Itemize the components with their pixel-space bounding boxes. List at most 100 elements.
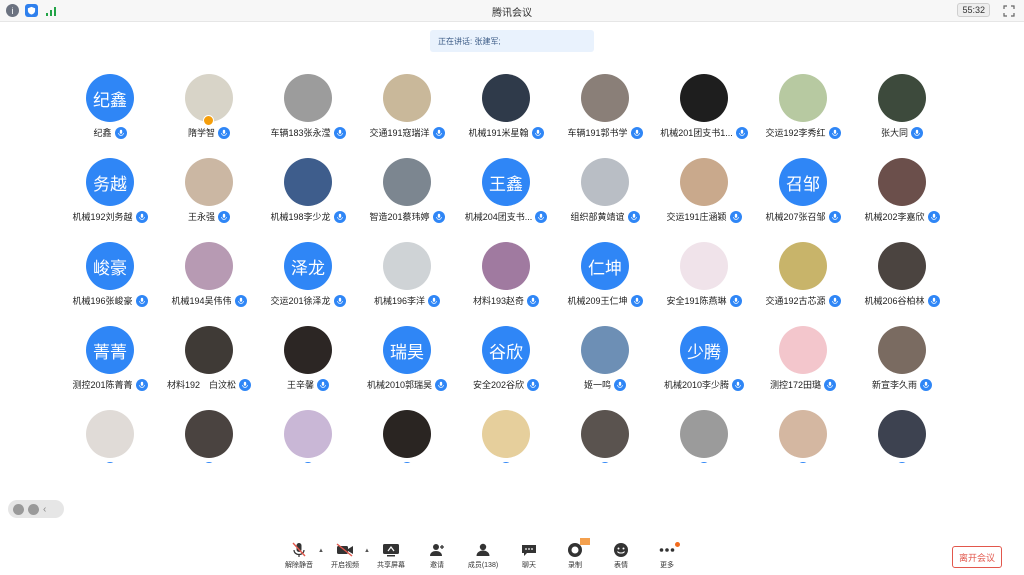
emoji-icon: [612, 542, 630, 558]
participant-tile[interactable]: 纪鑫 纪鑫: [60, 70, 160, 152]
participant-tile[interactable]: 安全191陈燕琳: [654, 238, 754, 320]
participant-name: 机械201团支书1...: [660, 128, 733, 138]
participant-tile[interactable]: 机械206谷柏林: [852, 238, 952, 320]
participant-tile[interactable]: 交运191庄涵颖: [654, 154, 754, 236]
participant-tile[interactable]: 测控172田璐: [753, 322, 853, 404]
invite-icon: [428, 542, 446, 558]
fullscreen-icon[interactable]: [1003, 4, 1016, 17]
participant-tile[interactable]: [654, 406, 754, 463]
participant-tile[interactable]: 交运192李秀红: [753, 70, 853, 152]
toolbar-record-button[interactable]: 录制: [552, 538, 598, 570]
participant-tile[interactable]: 组织部黄靖谊: [555, 154, 655, 236]
mic-status-icon: [698, 462, 710, 463]
participant-tile[interactable]: 机械202李嘉欣: [852, 154, 952, 236]
participant-tile[interactable]: 王鑫 机械204团支书...: [456, 154, 556, 236]
participant-tile[interactable]: 少腾 机械2010李少腾: [654, 322, 754, 404]
participant-tile[interactable]: 张大同: [852, 70, 952, 152]
mic-status-icon: [614, 378, 626, 391]
participant-name: 组织部黄靖谊: [570, 212, 625, 222]
participant-name: 机械191米星翰: [468, 128, 529, 138]
avatar: [185, 158, 233, 206]
participant-name-row: 新宣李久雨: [842, 378, 960, 391]
avatar: [482, 74, 530, 122]
toolbar-members-button[interactable]: 成员(138): [460, 542, 506, 570]
participant-tile[interactable]: 泽龙 交运201徐泽龙: [258, 238, 358, 320]
mic-status-icon: [135, 210, 148, 223]
mic-status-icon: [428, 294, 441, 307]
participant-tile[interactable]: 召邹 机械207张召邹: [753, 154, 853, 236]
participant-tile[interactable]: [60, 406, 160, 463]
emoji-mini-icon[interactable]: [13, 503, 24, 515]
toolbar-label: 聊天: [522, 562, 536, 569]
participant-tile[interactable]: 菁菁 测控201陈菁菁: [60, 322, 160, 404]
participant-tile[interactable]: 机械198李少龙: [258, 154, 358, 236]
participant-tile[interactable]: 机械196李洋: [357, 238, 457, 320]
share-screen-icon: [382, 542, 400, 558]
toolbar-more-button[interactable]: 更多: [644, 542, 690, 570]
participant-tile[interactable]: [456, 406, 556, 463]
toolbar-video-off-button[interactable]: 开启视频 ▲: [322, 542, 370, 570]
participant-tile[interactable]: 仁坤 机械209王仁坤: [555, 238, 655, 320]
participant-tile[interactable]: [258, 406, 358, 463]
avatar: [581, 410, 629, 458]
participant-tile[interactable]: 机械201团支书1...: [654, 70, 754, 152]
participant-tile[interactable]: 瑞昊 机械2010郭瑞昊: [357, 322, 457, 404]
host-badge-icon: [203, 115, 214, 126]
participant-tile[interactable]: 谷欣 安全202谷欣: [456, 322, 556, 404]
participant-tile[interactable]: 王辛馨: [258, 322, 358, 404]
mic-status-icon: [630, 126, 643, 139]
participant-name: 张大同: [880, 128, 908, 138]
participant-name-row: 机械206谷柏林: [842, 294, 960, 307]
participant-tile[interactable]: 车辆191郭书学: [555, 70, 655, 152]
participant-tile[interactable]: 姬一鸣: [555, 322, 655, 404]
participant-tile[interactable]: [159, 406, 259, 463]
mic-status-icon: [927, 210, 940, 223]
participant-tile[interactable]: 材料192 白汶松: [159, 322, 259, 404]
participant-tile[interactable]: 交通192古芯源: [753, 238, 853, 320]
floating-toolbar[interactable]: ‹: [8, 500, 64, 518]
participant-name: 机械206谷柏林: [864, 296, 925, 306]
mic-status-icon: [911, 126, 923, 139]
toolbar-chat-button[interactable]: 聊天: [506, 542, 552, 570]
toolbar-share-screen-button[interactable]: 共享屏幕: [368, 542, 414, 570]
mic-status-icon: [927, 294, 940, 307]
mic-status-icon: [828, 126, 841, 139]
video-off-icon: [336, 542, 354, 558]
participant-tile[interactable]: 新宣李久雨: [852, 322, 952, 404]
participant-tile[interactable]: [357, 406, 457, 463]
participant-tile[interactable]: 务越 机械192刘务越: [60, 154, 160, 236]
toolbar-label: 邀请: [430, 562, 444, 569]
participant-name: 材料193赵奇: [472, 296, 525, 306]
participant-tile[interactable]: 峻豪 机械196张峻豪: [60, 238, 160, 320]
mic-status-icon: [599, 462, 611, 463]
keyboard-mini-icon[interactable]: [28, 503, 39, 515]
avatar: [86, 410, 134, 458]
mic-status-icon: [114, 126, 127, 139]
mic-status-icon: [531, 126, 544, 139]
participant-tile[interactable]: 材料193赵奇: [456, 238, 556, 320]
avatar: [878, 326, 926, 374]
participant-name: 测控172田璐: [769, 380, 822, 390]
participant-name: 材料192 白汶松: [166, 380, 237, 390]
participant-tile[interactable]: [555, 406, 655, 463]
toolbar-emoji-button[interactable]: 表情: [598, 542, 644, 570]
participant-name: 交通191寇瑞洋: [369, 128, 430, 138]
participant-tile[interactable]: 车辆183张永滢: [258, 70, 358, 152]
participant-tile[interactable]: 交通191寇瑞洋: [357, 70, 457, 152]
participant-tile[interactable]: 智造201蔡玮婷: [357, 154, 457, 236]
participant-tile[interactable]: 机械191米星翰: [456, 70, 556, 152]
leave-meeting-button[interactable]: 离开会议: [952, 546, 1002, 568]
participant-name: 机械2010李少腾: [663, 380, 730, 390]
participant-tile[interactable]: [852, 406, 952, 463]
participant-tile[interactable]: 机械194吴伟伟: [159, 238, 259, 320]
toolbar-mic-muted-button[interactable]: 解除静音 ▲: [276, 542, 324, 570]
participant-tile[interactable]: [753, 406, 853, 463]
avatar: [482, 242, 530, 290]
avatar: [284, 410, 332, 458]
participant-tile[interactable]: 王永强: [159, 154, 259, 236]
mic-status-icon: [135, 378, 148, 391]
toolbar-label: 录制: [568, 562, 582, 569]
participant-tile[interactable]: 隋学智: [159, 70, 259, 152]
collapse-chevron-icon[interactable]: ‹: [43, 504, 53, 515]
toolbar-invite-button[interactable]: 邀请: [414, 542, 460, 570]
